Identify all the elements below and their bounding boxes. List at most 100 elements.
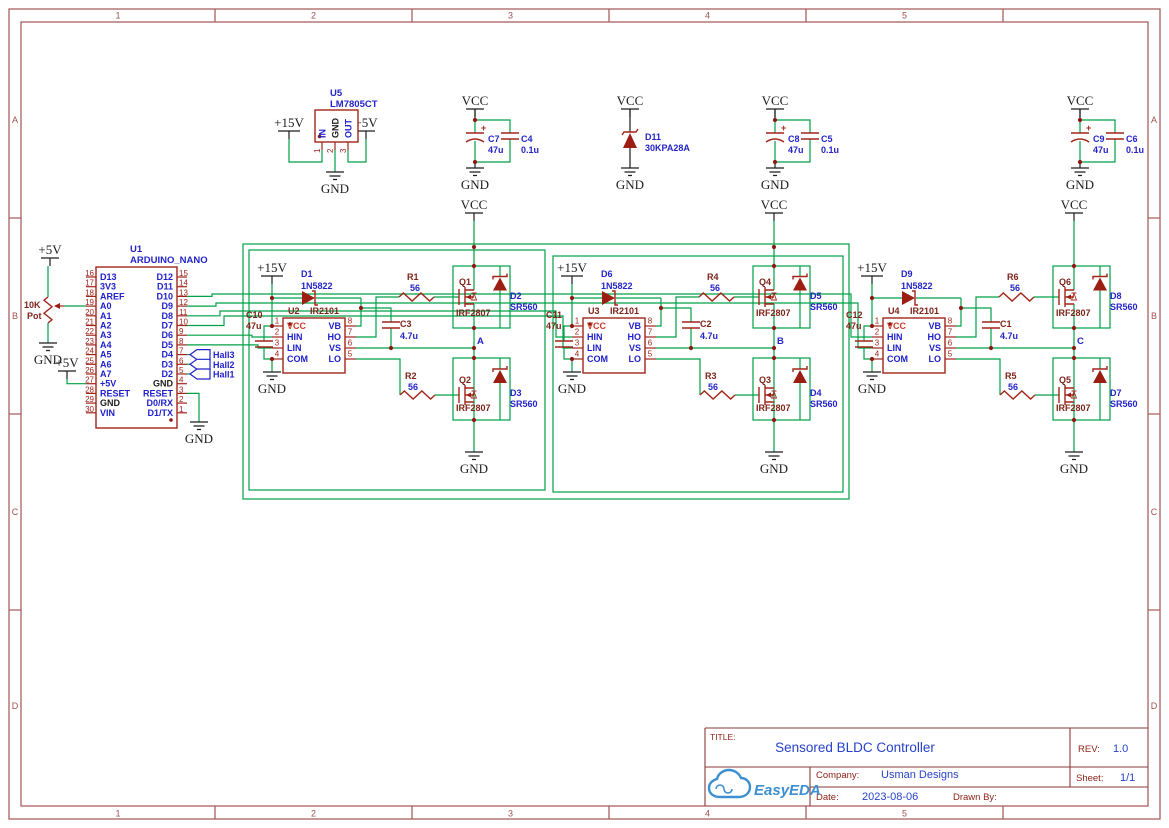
pin-name: LO	[329, 354, 342, 364]
frame-row-label: B	[12, 311, 18, 321]
pin-name: LIN	[887, 343, 902, 353]
resistor-value: 56	[710, 283, 720, 293]
junction-dot	[772, 418, 776, 422]
resistor-ref: R2	[405, 371, 417, 381]
diode-part: SR560	[810, 399, 838, 409]
pin-number: 12	[179, 298, 188, 307]
title-label: TITLE:	[710, 732, 736, 742]
cap-value: 0.1u	[1126, 145, 1144, 155]
diode-ref: D6	[601, 269, 613, 279]
junction-dot	[1078, 118, 1082, 122]
frame-row-label: A	[1151, 115, 1157, 125]
pin-name: D4	[161, 350, 173, 360]
junction-dot	[472, 346, 476, 350]
junction-dot	[570, 296, 574, 300]
junction-dot	[989, 346, 993, 350]
u5-ref: U5	[330, 88, 343, 99]
diode-ref: D2	[510, 291, 522, 301]
resistor-value: 56	[408, 382, 418, 392]
schematic-canvas[interactable]: 1122334455AABBCCDD Hall3Hall2Hall1+C747u…	[0, 0, 1169, 828]
pin-number: 20	[85, 308, 94, 317]
pin-name: D11	[157, 282, 173, 292]
pin-number: 3	[275, 339, 280, 348]
pin-name: A3	[100, 330, 112, 340]
pin-number: 22	[85, 327, 94, 336]
pin-name: D8	[161, 311, 173, 321]
net-port-hall[interactable]: Hall1	[190, 369, 235, 380]
company-value: Usman Designs	[881, 769, 959, 781]
frame-row-label: A	[12, 115, 18, 125]
pin-number: 6	[948, 339, 953, 348]
junction-dot	[473, 160, 477, 164]
pin-number: 4	[179, 376, 184, 385]
resistor-value: 56	[410, 283, 420, 293]
junction-dot	[1072, 356, 1076, 360]
cap-value: 47u	[846, 321, 862, 331]
junction-dot	[870, 324, 874, 328]
pin-number: 1	[313, 148, 322, 153]
junction-dot	[773, 160, 777, 164]
junction-dot	[1072, 264, 1076, 268]
pin-name: IN	[318, 129, 328, 138]
schematic-title: Sensored BLDC Controller	[775, 740, 935, 755]
u5-value: LM7805CT	[330, 99, 378, 110]
pin-number: 10	[179, 318, 188, 327]
diode-ref: D4	[810, 388, 822, 398]
pin-name: VB	[328, 321, 341, 331]
pin-number: 2	[575, 328, 580, 337]
driver-part: IR2101	[910, 306, 939, 316]
net-port-hall[interactable]: Hall2	[190, 359, 235, 370]
junction-dot	[270, 357, 274, 361]
net-flag-vcc-label: VCC	[462, 93, 489, 108]
junction-dot	[772, 326, 776, 330]
pin-number: 15	[179, 269, 188, 278]
junction-dot	[659, 306, 663, 310]
pin-name: RESET	[100, 388, 131, 398]
gnd-label: GND	[321, 181, 349, 196]
cap-ref: C8	[788, 134, 800, 144]
pin-name: 3V3	[100, 282, 116, 292]
diode-ref: D8	[1110, 291, 1122, 301]
resistor-ref: R3	[705, 371, 717, 381]
junction-dot	[270, 324, 274, 328]
resistor-ref: R5	[1005, 371, 1017, 381]
frame-col-label: 5	[902, 11, 907, 21]
pin-number: 28	[85, 385, 94, 394]
gnd-label: GND	[460, 461, 488, 476]
pin-number: 5	[648, 350, 653, 359]
cap-value: 47u	[546, 321, 562, 331]
pin-name: GND	[100, 398, 121, 408]
gnd-label: GND	[258, 381, 286, 396]
pin-name: OUT	[344, 119, 354, 139]
pin-name: GND	[331, 118, 341, 139]
junction-dot	[570, 357, 574, 361]
pin-name: D3	[161, 359, 173, 369]
resistor-value: 56	[1010, 283, 1020, 293]
resistor-value: 56	[708, 382, 718, 392]
pin-name: COM	[887, 354, 908, 364]
diode-part: SR560	[510, 399, 538, 409]
pin-name: VIN	[100, 408, 115, 418]
pin-name: A7	[100, 369, 112, 379]
net-port-hall[interactable]: Hall3	[190, 350, 235, 361]
pin-name: A0	[100, 301, 112, 311]
driver-ref: U4	[888, 306, 900, 316]
plus-sign: +	[781, 123, 786, 133]
pin-number: 2	[275, 328, 280, 337]
gnd-label: GND	[858, 381, 886, 396]
mosfet-ref: Q3	[759, 375, 771, 385]
pin-name: LO	[929, 354, 942, 364]
pin-name: HIN	[887, 332, 903, 342]
driver-ref: U3	[588, 306, 600, 316]
junction-dot	[473, 118, 477, 122]
pin-number: 3	[179, 385, 184, 394]
diode-value: 1N5822	[301, 281, 333, 291]
pot-value: 10K	[24, 300, 41, 310]
mosfet-ref: Q4	[759, 277, 771, 287]
junction-dot	[472, 356, 476, 360]
pin-number: 27	[85, 376, 94, 385]
junction-dot	[1072, 326, 1076, 330]
frame-row-label: C	[1151, 507, 1158, 517]
junction-dot	[689, 346, 693, 350]
net-flag-15v-label: +15V	[857, 260, 887, 275]
